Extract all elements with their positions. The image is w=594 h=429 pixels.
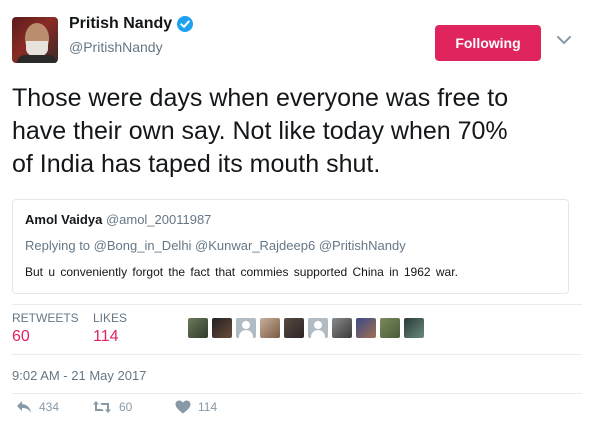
tweet-text-line: of India has taped its mouth shut. <box>12 150 381 178</box>
chevron-down-icon[interactable] <box>556 34 572 46</box>
heart-icon <box>175 400 191 414</box>
reply-count: 434 <box>39 400 60 414</box>
author-handle[interactable]: @PritishNandy <box>69 39 163 55</box>
quoted-text: But u conveniently forgot the fact that … <box>25 265 458 279</box>
quoted-tweet[interactable]: Amol Vaidya @amol_20011987 Replying to @… <box>12 199 569 294</box>
quoted-author-handle: @amol_20011987 <box>105 212 212 227</box>
liker-avatar[interactable] <box>332 318 352 338</box>
following-button[interactable]: Following <box>435 25 541 61</box>
liker-avatar[interactable] <box>284 318 304 338</box>
replying-to-label: Replying to <box>25 238 91 253</box>
liker-avatar[interactable] <box>212 318 232 338</box>
liker-avatar[interactable] <box>380 318 400 338</box>
tweet-text-line: have their own say. Not like today when … <box>12 117 508 145</box>
liker-avatars <box>188 318 428 338</box>
reply-icon <box>17 401 31 413</box>
like-action[interactable]: 114 <box>175 400 217 414</box>
quoted-replying-to: Replying to @Bong_in_Delhi @Kunwar_Rajde… <box>25 238 406 253</box>
liker-avatar[interactable] <box>356 318 376 338</box>
verified-badge-icon <box>177 16 194 32</box>
divider <box>12 393 582 394</box>
liker-avatar[interactable] <box>260 318 280 338</box>
liker-avatar[interactable] <box>188 318 208 338</box>
liker-avatar[interactable] <box>308 318 328 338</box>
quoted-author-name: Amol Vaidya <box>25 212 103 227</box>
retweets-label: RETWEETS <box>12 311 79 325</box>
reply-action[interactable]: 434 <box>16 400 59 414</box>
replying-to-handles: @Bong_in_Delhi @Kunwar_Rajdeep6 @Pritish… <box>93 238 406 253</box>
tweet-text-line: Those were days when everyone was free t… <box>12 84 509 112</box>
quoted-header: Amol Vaidya @amol_20011987 <box>25 212 211 227</box>
liker-avatar[interactable] <box>236 318 256 338</box>
author-name[interactable]: Pritish Nandy <box>69 15 172 33</box>
author-name-row: Pritish Nandy <box>69 15 194 33</box>
likes-stat[interactable]: LIKES 114 <box>93 311 127 346</box>
divider <box>12 354 582 355</box>
retweets-stat[interactable]: RETWEETS 60 <box>12 311 79 346</box>
retweet-action[interactable]: 60 <box>92 400 132 414</box>
tweet-text: Those were days when everyone was free t… <box>12 82 582 181</box>
likes-label: LIKES <box>93 311 128 325</box>
retweets-count: 60 <box>12 328 30 345</box>
author-avatar[interactable] <box>12 17 58 63</box>
retweet-icon <box>93 401 111 413</box>
tweet-timestamp[interactable]: 9:02 AM - 21 May 2017 <box>12 368 146 383</box>
divider <box>12 304 582 305</box>
liker-avatar[interactable] <box>404 318 424 338</box>
like-count: 114 <box>198 400 218 414</box>
likes-count: 114 <box>93 328 119 345</box>
retweet-count: 60 <box>119 400 133 414</box>
